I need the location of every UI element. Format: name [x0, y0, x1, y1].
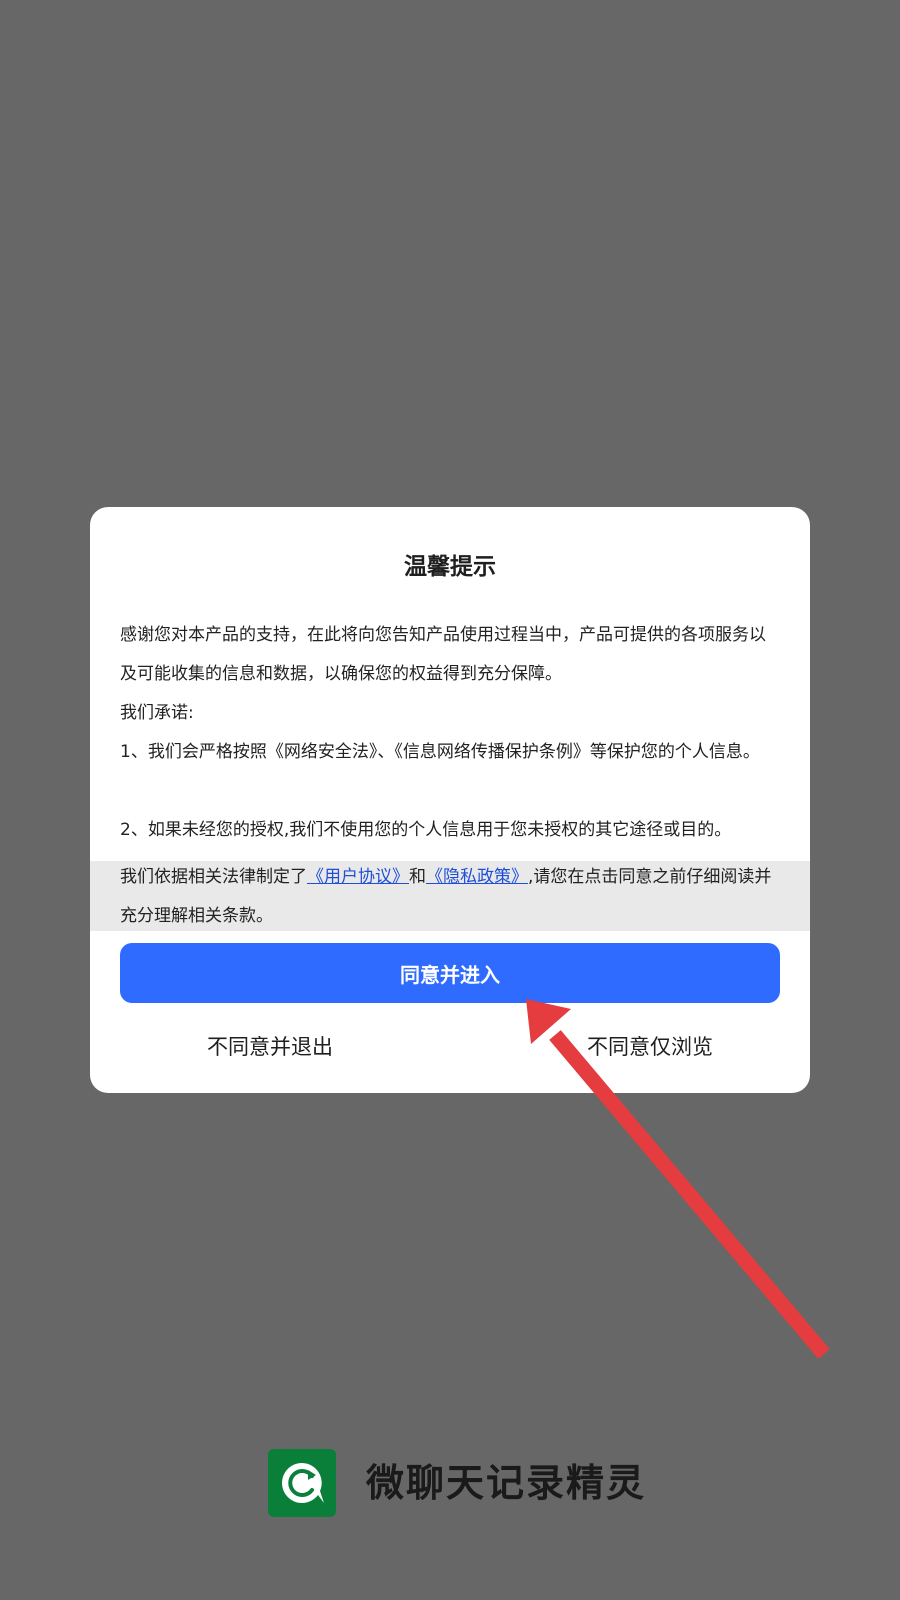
dialog-title: 温馨提示 — [404, 554, 496, 580]
legal-and: 和 — [409, 867, 426, 887]
disagree-exit-button[interactable]: 不同意并退出 — [120, 1015, 420, 1077]
brand: 微聊天记录精灵 — [268, 1449, 668, 1517]
privacy-policy-link[interactable]: 《隐私政策》 — [426, 867, 528, 887]
user-agreement-link[interactable]: 《用户协议》 — [307, 867, 409, 887]
privacy-dialog: 温馨提示 感谢您对本产品的支持，在此将向您告知产品使用过程当中，产品可提供的各项… — [90, 507, 810, 1093]
promise-item-1: 1、我们会严格按照《网络安全法》、《信息网络传播保护条例》等保护您的个人信息。 — [120, 742, 760, 762]
promise-heading: 我们承诺: — [120, 703, 194, 723]
promise-item-2: 2、如果未经您的授权,我们不使用您的个人信息用于您未授权的其它途径或目的。 — [120, 820, 732, 840]
legal-text: 我们依据相关法律制定了《用户协议》和《隐私政策》,请您在点击同意之前仔细阅读并充… — [120, 858, 785, 936]
chat-refresh-icon — [268, 1449, 336, 1517]
legal-prefix: 我们依据相关法律制定了 — [120, 867, 307, 887]
disagree-browse-button[interactable]: 不同意仅浏览 — [500, 1015, 800, 1077]
agree-enter-button[interactable]: 同意并进入 — [120, 943, 780, 1003]
app-name: 微聊天记录精灵 — [366, 1461, 647, 1505]
intro-paragraph: 感谢您对本产品的支持，在此将向您告知产品使用过程当中，产品可提供的各项服务以及可… — [120, 625, 766, 684]
legal-notice: 我们依据相关法律制定了《用户协议》和《隐私政策》,请您在点击同意之前仔细阅读并充… — [90, 861, 810, 931]
